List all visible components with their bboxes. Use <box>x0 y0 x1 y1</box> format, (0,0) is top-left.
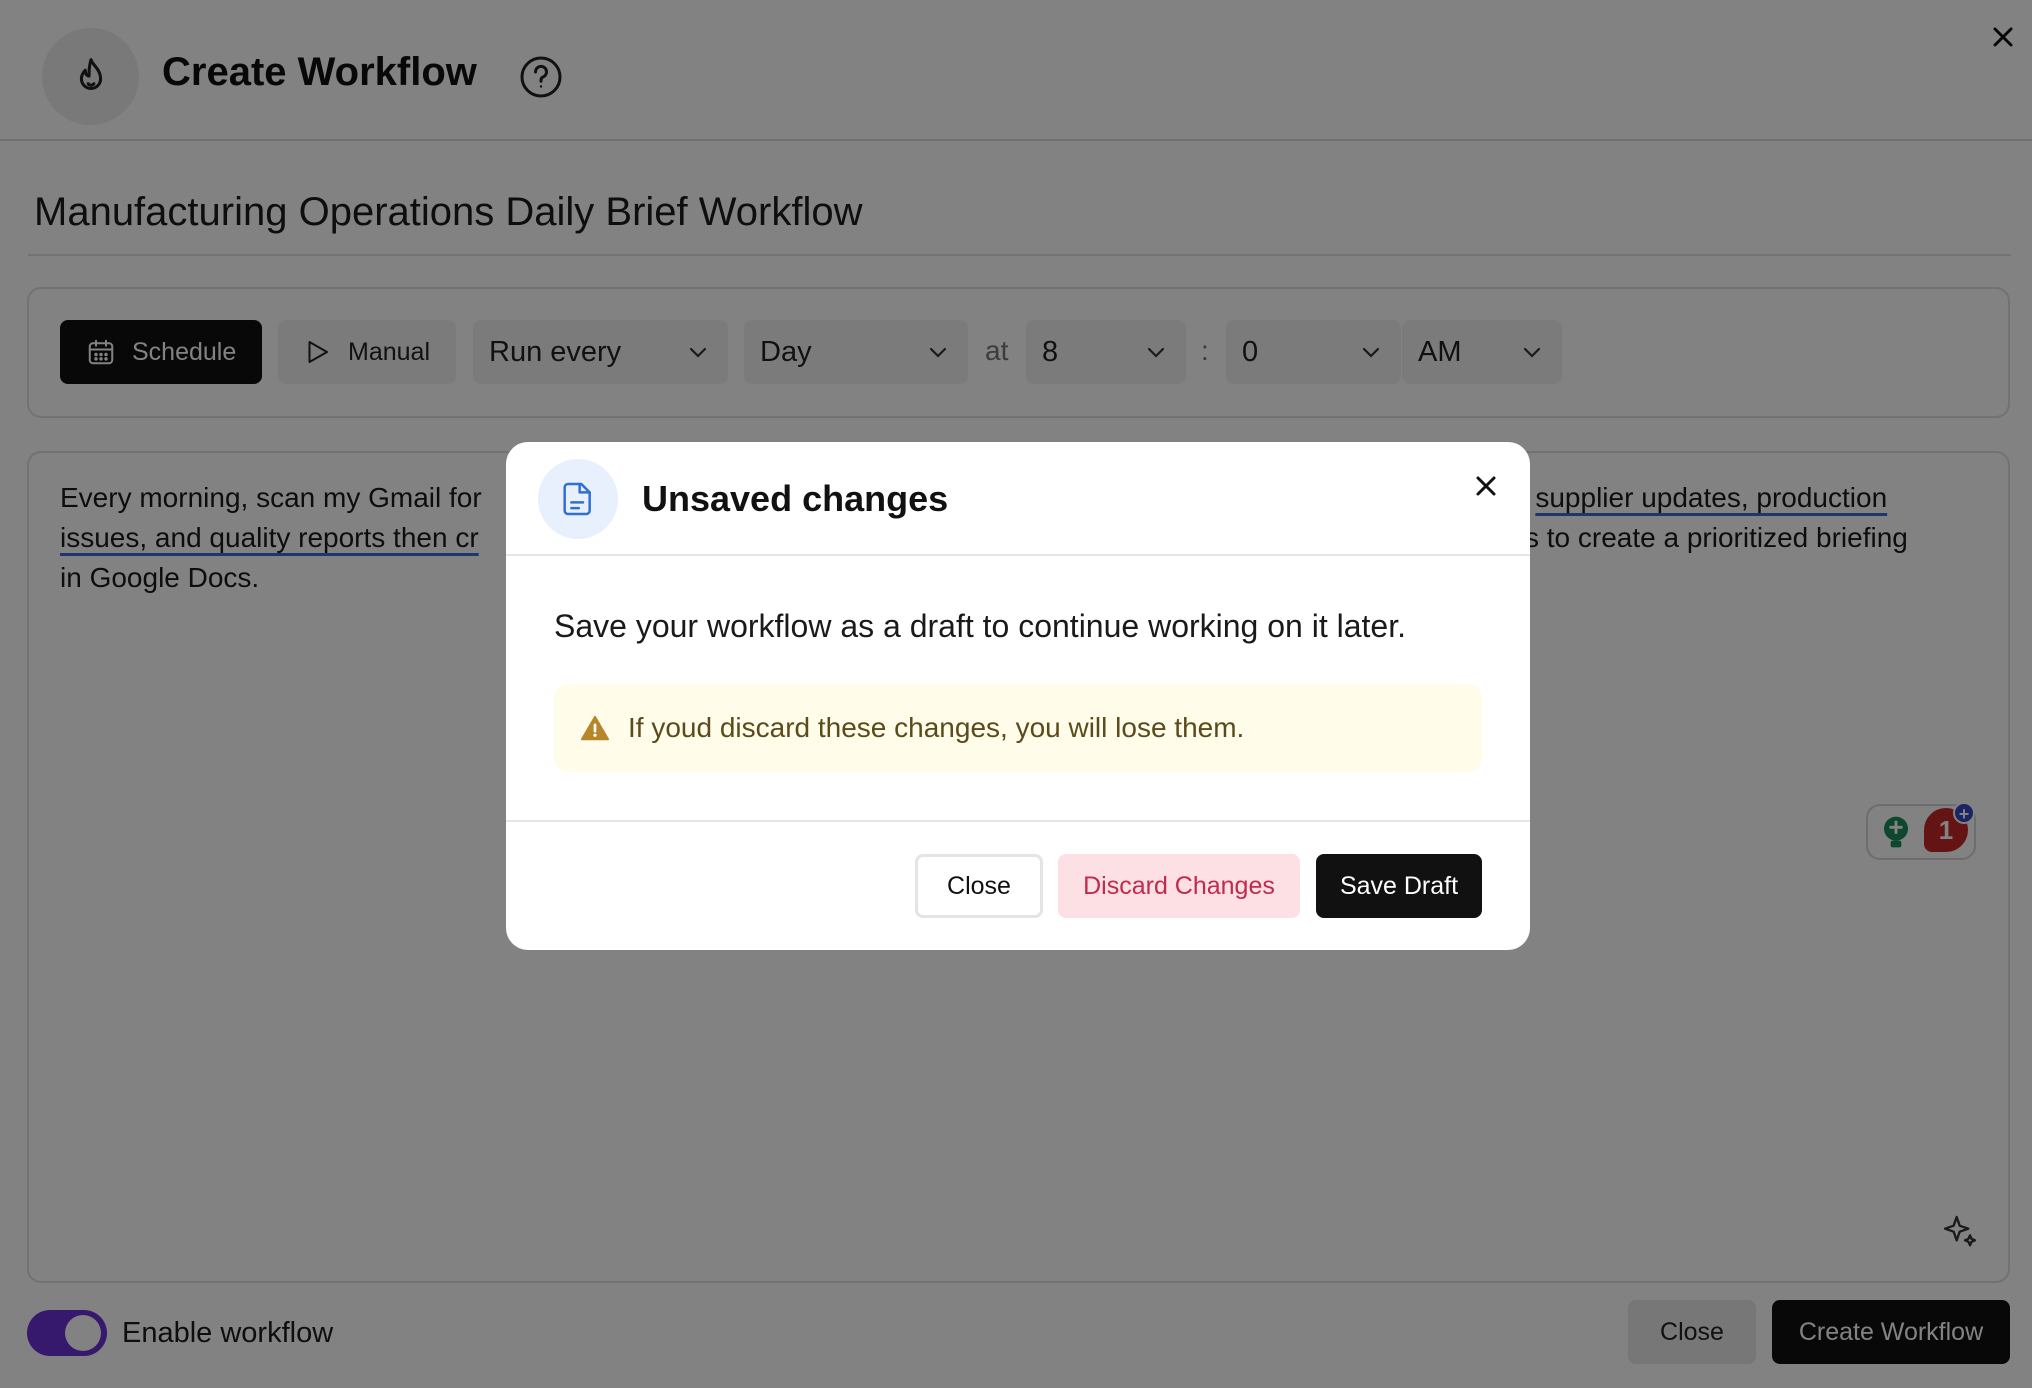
dialog-title: Unsaved changes <box>642 478 949 519</box>
warning-callout: If youd discard these changes, you will … <box>554 684 1482 772</box>
discard-changes-button[interactable]: Discard Changes <box>1058 854 1300 918</box>
save-draft-button[interactable]: Save Draft <box>1316 854 1482 918</box>
unsaved-changes-dialog: Unsaved changes Save your workflow as a … <box>506 442 1530 950</box>
close-icon[interactable] <box>1472 472 1500 500</box>
dialog-divider <box>506 820 1530 822</box>
warning-text: If youd discard these changes, you will … <box>628 712 1245 743</box>
warning-icon <box>580 715 610 741</box>
dialog-header: Unsaved changes <box>506 442 1530 556</box>
dialog-close-button[interactable]: Close <box>915 854 1043 918</box>
dialog-message: Save your workflow as a draft to continu… <box>554 608 1406 644</box>
document-icon <box>538 459 618 539</box>
